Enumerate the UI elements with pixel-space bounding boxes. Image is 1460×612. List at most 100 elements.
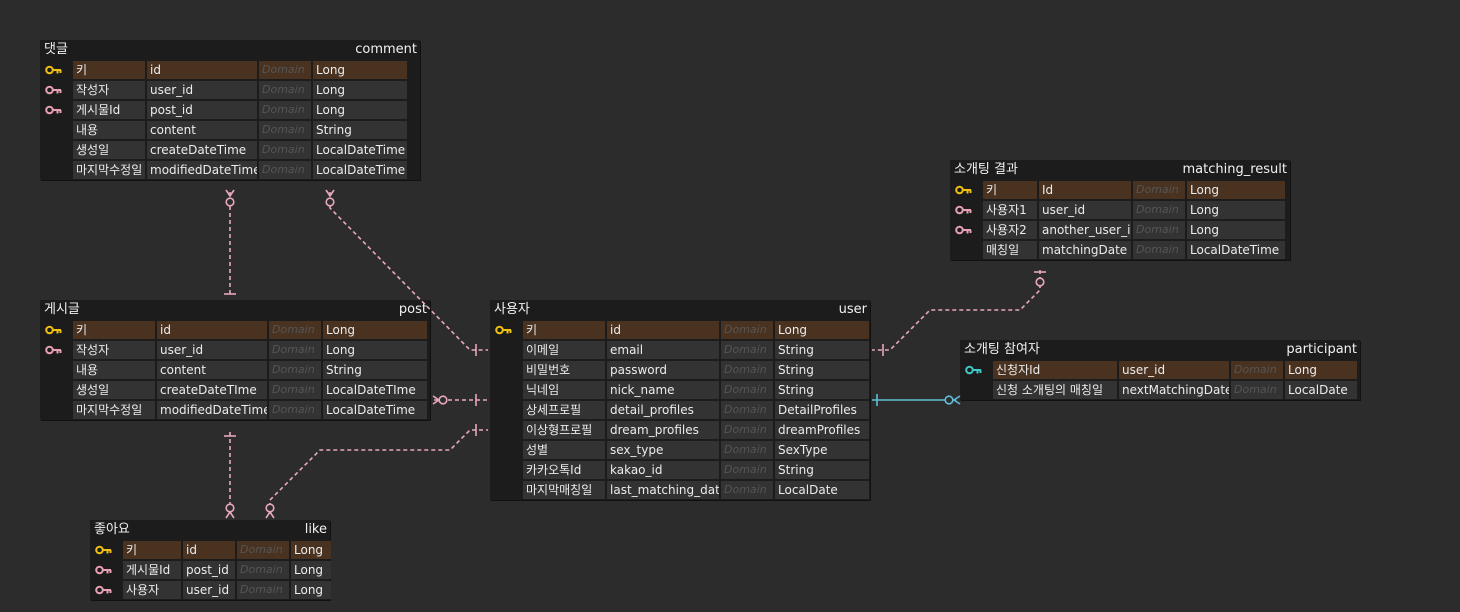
attribute-row[interactable]: 성별 sex_type Domain SexType: [490, 440, 870, 460]
foreign-key-icon: [95, 585, 112, 595]
foreign-key-icon: [45, 105, 62, 115]
column-name: modifiedDateTime: [157, 401, 267, 419]
key-icon: [955, 185, 972, 195]
attribute-row[interactable]: 마지막수정일 modifiedDateTime Domain LocalDateTim…: [40, 160, 420, 180]
attribute-name: 키: [73, 61, 145, 79]
key-indicator: [953, 241, 979, 259]
entity-physical-name: like: [304, 522, 327, 537]
attribute-name: 작성자: [73, 341, 155, 359]
attribute-row[interactable]: 생성일 createDateTIme Domain LocalDateTIme: [40, 380, 430, 400]
attribute-row[interactable]: 내용 content Domain String: [40, 360, 430, 380]
attribute-row[interactable]: 이상형프로필 dream_profiles Domain dreamProfiles: [490, 420, 870, 440]
attribute-row[interactable]: 키 id Domain Long: [40, 60, 420, 80]
domain-name: Domain: [1133, 221, 1185, 239]
attribute-row[interactable]: 마지막수정일 modifiedDateTime Domain LocalDateTim…: [40, 400, 430, 420]
attribute-row[interactable]: 사용자2 another_user_id Domain Long: [950, 220, 1290, 240]
attribute-row[interactable]: 내용 content Domain String: [40, 120, 420, 140]
data-type: LocalDate: [1285, 381, 1357, 399]
attribute-row[interactable]: 닉네임 nick_name Domain String: [490, 380, 870, 400]
column-name: last_matching_date: [607, 481, 719, 499]
key-icon: [45, 65, 62, 75]
column-name: createDateTIme: [157, 381, 267, 399]
entity-like[interactable]: 좋아요 like 키 id Domain Long 게시물Id post_id Domain Lo…: [90, 520, 331, 600]
attribute-row[interactable]: 이메일 email Domain String: [490, 340, 870, 360]
entity-logical-name: 소개팅 참여자: [964, 342, 1040, 357]
key-indicator: [963, 361, 989, 379]
attribute-row[interactable]: 신청 소개팅의 매칭일 nextMatchingDate Domain LocalDa…: [960, 380, 1360, 400]
key-indicator: [493, 401, 519, 419]
key-indicator: [493, 361, 519, 379]
data-type: Long: [313, 61, 407, 79]
attribute-row[interactable]: 사용자1 user_id Domain Long: [950, 200, 1290, 220]
attribute-name: 내용: [73, 361, 155, 379]
domain-name: Domain: [721, 481, 773, 499]
column-name: content: [147, 121, 257, 139]
domain-name: Domain: [1133, 241, 1185, 259]
key-indicator: [43, 341, 69, 359]
domain-name: Domain: [721, 341, 773, 359]
domain-name: Domain: [721, 361, 773, 379]
attribute-row[interactable]: 사용자 user_id Domain Long: [90, 580, 331, 600]
key-indicator: [43, 121, 69, 139]
attribute-row[interactable]: 신청자Id user_id Domain Long: [960, 360, 1360, 380]
column-name: id: [157, 321, 267, 339]
key-indicator: [493, 421, 519, 439]
key-icon: [45, 325, 62, 335]
attribute-row[interactable]: 작성자 user_id Domain Long: [40, 340, 430, 360]
entity-comment[interactable]: 댓글 comment 키 id Domain Long 작성자 user_id Domain Lo…: [40, 40, 420, 180]
attribute-row[interactable]: 키 id Domain Long: [40, 320, 430, 340]
attribute-name: 게시물Id: [123, 561, 181, 579]
foreign-key-icon: [955, 225, 972, 235]
key-indicator: [493, 461, 519, 479]
column-name: nextMatchingDate: [1119, 381, 1229, 399]
key-indicator: [43, 401, 69, 419]
entity-header[interactable]: 소개팅 참여자 participant: [960, 340, 1360, 360]
column-name: user_id: [1039, 201, 1131, 219]
entity-physical-name: comment: [355, 42, 417, 57]
entity-header[interactable]: 좋아요 like: [90, 520, 330, 540]
attribute-row[interactable]: 생성일 createDateTime Domain LocalDateTime: [40, 140, 420, 160]
entity-header[interactable]: 댓글 comment: [40, 40, 420, 60]
data-type: String: [775, 461, 869, 479]
data-type: String: [313, 121, 407, 139]
attribute-name: 키: [983, 181, 1037, 199]
entity-header[interactable]: 소개팅 결과 matching_result: [950, 160, 1290, 180]
attribute-row[interactable]: 키 id Domain Long: [90, 540, 331, 560]
data-type: Long: [313, 101, 407, 119]
attribute-row[interactable]: 마지막매칭일 last_matching_date Domain LocalDate: [490, 480, 870, 500]
key-indicator: [43, 141, 69, 159]
entity-matching-result[interactable]: 소개팅 결과 matching_result 키 Id Domain Long 사용자1 us…: [950, 160, 1290, 260]
entity-user[interactable]: 사용자 user 키 id Domain Long 이메일 email Domain String…: [490, 300, 870, 500]
entity-participant[interactable]: 소개팅 참여자 participant 신청자Id user_id Domain Long…: [960, 340, 1360, 400]
attribute-row[interactable]: 키 Id Domain Long: [950, 180, 1290, 200]
attribute-row[interactable]: 게시물Id post_id Domain Long: [40, 100, 420, 120]
data-type: LocalDateTime: [313, 161, 407, 179]
column-name: email: [607, 341, 719, 359]
attribute-row[interactable]: 매칭일 matchingDate Domain LocalDateTime: [950, 240, 1290, 260]
domain-name: Domain: [721, 321, 773, 339]
entity-post[interactable]: 게시글 post 키 id Domain Long 작성자 user_id Domain Long…: [40, 300, 430, 420]
attribute-row[interactable]: 키 id Domain Long: [490, 320, 870, 340]
attribute-row[interactable]: 게시물Id post_id Domain Long: [90, 560, 331, 580]
domain-name: Domain: [259, 81, 311, 99]
rel-matching-result-user-line: [872, 270, 1041, 351]
domain-name: Domain: [269, 381, 321, 399]
entity-header[interactable]: 게시글 post: [40, 300, 430, 320]
column-name: modifiedDateTime: [147, 161, 257, 179]
attribute-name: 사용자2: [983, 221, 1037, 239]
attribute-name: 신청 소개팅의 매칭일: [993, 381, 1117, 399]
participant-user-optional-marker: [944, 395, 954, 405]
foreign-key-icon: [95, 565, 112, 575]
data-type: String: [775, 381, 869, 399]
domain-name: Domain: [721, 401, 773, 419]
attribute-row[interactable]: 작성자 user_id Domain Long: [40, 80, 420, 100]
data-type: Long: [313, 81, 407, 99]
attribute-row[interactable]: 카카오톡Id kakao_id Domain String: [490, 460, 870, 480]
attribute-name: 성별: [523, 441, 605, 459]
key-indicator: [953, 181, 979, 199]
entity-header[interactable]: 사용자 user: [490, 300, 870, 320]
domain-name: Domain: [259, 121, 311, 139]
attribute-row[interactable]: 비밀번호 password Domain String: [490, 360, 870, 380]
attribute-row[interactable]: 상세프로필 detail_profiles Domain DetailProfiles: [490, 400, 870, 420]
key-icon: [95, 545, 112, 555]
